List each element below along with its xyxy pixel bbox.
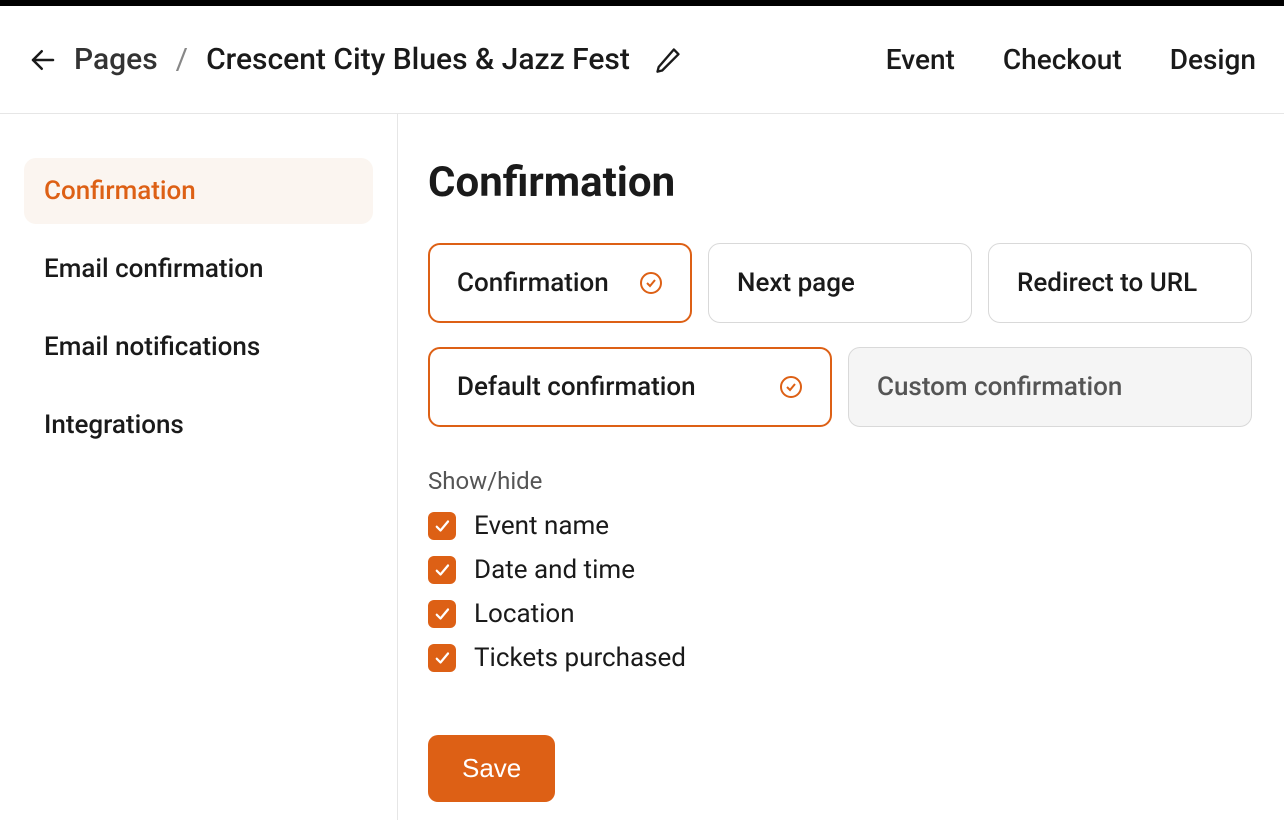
checkbox-date-time[interactable] bbox=[428, 556, 456, 584]
breadcrumb-current: Crescent City Blues & Jazz Fest bbox=[206, 42, 630, 77]
checkbox-label: Location bbox=[474, 599, 575, 629]
checkbox-tickets[interactable] bbox=[428, 644, 456, 672]
breadcrumb-root[interactable]: Pages bbox=[74, 42, 158, 77]
pencil-icon[interactable] bbox=[654, 46, 682, 74]
checkbox-row-event-name: Event name bbox=[428, 511, 1254, 541]
type-option-next-page[interactable]: Next page bbox=[708, 243, 972, 323]
nav-tab-checkout[interactable]: Checkout bbox=[1003, 43, 1122, 76]
type-option-row: Confirmation Next page Redirect to URL bbox=[428, 243, 1254, 323]
check-circle-icon bbox=[639, 271, 663, 295]
sidebar-item-email-confirmation[interactable]: Email confirmation bbox=[24, 236, 373, 302]
checkbox-row-location: Location bbox=[428, 599, 1254, 629]
checkbox-label: Date and time bbox=[474, 555, 635, 585]
checkbox-row-tickets: Tickets purchased bbox=[428, 643, 1254, 673]
check-circle-icon bbox=[779, 375, 803, 399]
template-option-custom[interactable]: Custom confirmation bbox=[848, 347, 1252, 427]
header-left: Pages / Crescent City Blues & Jazz Fest bbox=[28, 42, 682, 77]
back-arrow-icon[interactable] bbox=[28, 45, 58, 75]
type-option-label: Next page bbox=[737, 268, 855, 298]
sidebar-item-email-notifications[interactable]: Email notifications bbox=[24, 314, 373, 380]
template-option-default[interactable]: Default confirmation bbox=[428, 347, 832, 427]
checkbox-location[interactable] bbox=[428, 600, 456, 628]
type-option-label: Redirect to URL bbox=[1017, 268, 1197, 298]
template-option-label: Custom confirmation bbox=[877, 372, 1122, 402]
checkbox-label: Tickets purchased bbox=[474, 643, 686, 673]
page-title: Confirmation bbox=[428, 158, 1254, 207]
sidebar: Confirmation Email confirmation Email no… bbox=[0, 114, 398, 820]
breadcrumb-separator: / bbox=[176, 42, 188, 77]
content: Confirmation Email confirmation Email no… bbox=[0, 114, 1284, 820]
nav-tab-event[interactable]: Event bbox=[886, 43, 955, 76]
save-button[interactable]: Save bbox=[428, 735, 555, 802]
type-option-confirmation[interactable]: Confirmation bbox=[428, 243, 692, 323]
show-hide-label: Show/hide bbox=[428, 467, 1254, 495]
main-panel: Confirmation Confirmation Next page Redi… bbox=[398, 114, 1284, 820]
checkbox-event-name[interactable] bbox=[428, 512, 456, 540]
sidebar-item-confirmation[interactable]: Confirmation bbox=[24, 158, 373, 224]
checkbox-label: Event name bbox=[474, 511, 609, 541]
type-option-label: Confirmation bbox=[457, 268, 609, 298]
sidebar-item-integrations[interactable]: Integrations bbox=[24, 392, 373, 458]
type-option-redirect-url[interactable]: Redirect to URL bbox=[988, 243, 1252, 323]
template-option-row: Default confirmation Custom confirmation bbox=[428, 347, 1254, 427]
breadcrumb: Pages / Crescent City Blues & Jazz Fest bbox=[74, 42, 682, 77]
checkbox-row-date-time: Date and time bbox=[428, 555, 1254, 585]
nav-tab-design[interactable]: Design bbox=[1170, 43, 1256, 76]
header: Pages / Crescent City Blues & Jazz Fest … bbox=[0, 6, 1284, 114]
header-nav: Event Checkout Design bbox=[886, 43, 1256, 76]
template-option-label: Default confirmation bbox=[457, 372, 696, 402]
